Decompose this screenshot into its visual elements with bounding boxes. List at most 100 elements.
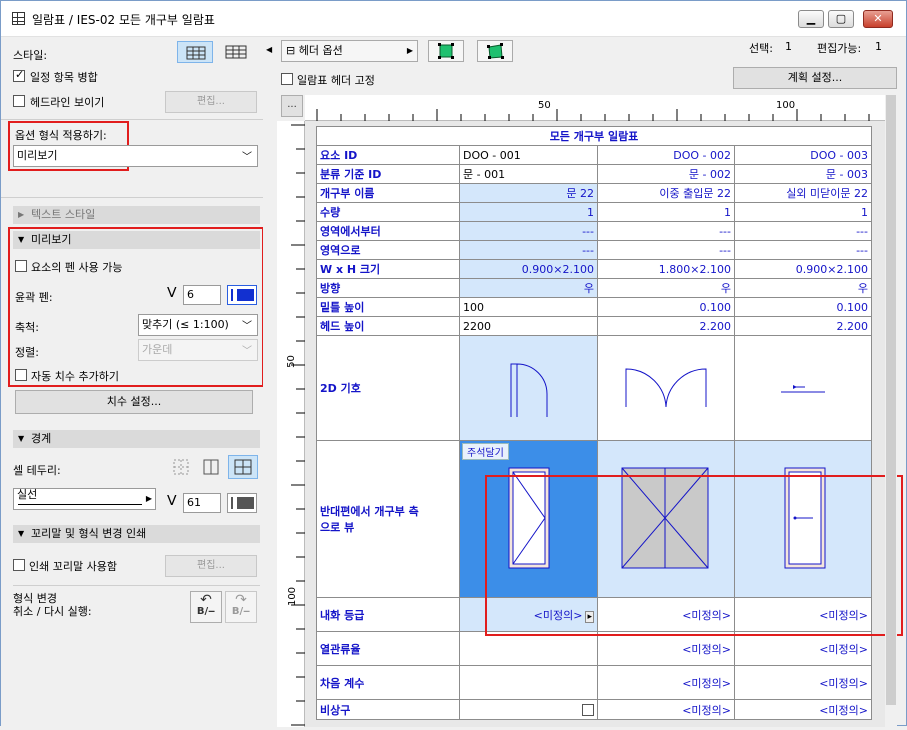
format-select[interactable]: 미리보기 ﹀ xyxy=(13,145,258,167)
pen-color-swatch[interactable] xyxy=(227,285,257,305)
fit-frame-button[interactable] xyxy=(428,40,464,62)
table-cell[interactable]: DOO - 001 xyxy=(459,145,598,165)
table-cell[interactable]: <미정의> xyxy=(734,699,872,720)
table-cell[interactable]: 우 xyxy=(459,278,598,298)
title-bar: 일람표 / IES-02 모든 개구부 일람표 ▁ ▢ ✕ xyxy=(1,1,906,37)
border-none-icon[interactable] xyxy=(171,457,191,477)
headline-checkbox[interactable] xyxy=(13,95,25,107)
table-cell[interactable]: 0.100 xyxy=(734,297,872,317)
preview-section[interactable]: ▼ 미리보기 xyxy=(13,231,260,249)
merge-checkbox[interactable] xyxy=(13,68,25,82)
vertical-scrollbar[interactable] xyxy=(885,95,897,727)
border-pen-input[interactable]: 61 xyxy=(183,493,221,513)
symbol-cell[interactable] xyxy=(459,335,598,441)
text-style-section[interactable]: ▶ 텍스트 스타일 xyxy=(13,206,260,224)
table-cell[interactable]: --- xyxy=(597,240,735,260)
footer-checkbox[interactable] xyxy=(13,559,25,571)
table-cell[interactable]: 100 xyxy=(459,297,598,317)
dim-settings-button[interactable]: 치수 설정... xyxy=(15,390,253,414)
table-row: W x H 크기 0.900×2.100 1.800×2.100 0.900×2.10… xyxy=(316,259,872,279)
close-button[interactable]: ✕ xyxy=(863,10,893,28)
table-cell[interactable]: <미정의> xyxy=(597,631,735,666)
scroll-thumb[interactable] xyxy=(886,95,896,705)
table-cell[interactable]: 2.200 xyxy=(734,316,872,336)
auto-dim-checkbox[interactable] xyxy=(15,369,27,381)
merge-label: 일정 항목 병합 xyxy=(30,71,98,84)
minimize-button[interactable]: ▁ xyxy=(798,10,824,28)
table-cell[interactable]: --- xyxy=(734,240,872,260)
style-list-button[interactable] xyxy=(219,41,253,63)
footer-section[interactable]: ▼ 꼬리말 및 형식 변경 인쇄 xyxy=(13,525,260,543)
header-icon: ⊟ xyxy=(286,44,296,57)
table-cell[interactable] xyxy=(459,699,598,720)
outline-pen-input[interactable]: 6 xyxy=(183,285,221,305)
fix-header-checkbox[interactable] xyxy=(281,73,293,85)
table-cell[interactable]: DOO - 003 xyxy=(734,145,872,165)
table-cell[interactable]: 2200 xyxy=(459,316,598,336)
panel-splitter[interactable]: ◀ xyxy=(263,37,277,727)
divider xyxy=(1,197,263,198)
table-cell[interactable]: 0.100 xyxy=(597,297,735,317)
table-cell[interactable]: 우 xyxy=(597,278,735,298)
table-cell[interactable]: 문 - 003 xyxy=(734,164,872,184)
window-title: 일람표 / IES-02 모든 개구부 일람표 xyxy=(32,13,215,27)
align-select[interactable]: 가운데 ﹀ xyxy=(138,339,258,361)
symbol-cell[interactable] xyxy=(597,335,735,441)
line-type-select[interactable]: 실선 ▶ xyxy=(13,488,156,510)
table-cell[interactable] xyxy=(459,631,598,666)
triangle-down-icon: ▼ xyxy=(18,235,25,244)
grid-icon xyxy=(186,46,206,60)
table-cell[interactable] xyxy=(459,665,598,700)
style-label: 스타일: xyxy=(13,49,48,62)
border-pen-swatch[interactable] xyxy=(227,493,257,513)
left-panel: 스타일: 일정 항목 병합 헤드라인 보이기 편집... 옵션 형식 적용하기:… xyxy=(1,37,264,727)
footer-label: 꼬리말 및 형식 변경 인쇄 xyxy=(31,527,147,540)
border-all-button[interactable] xyxy=(228,455,258,479)
table-cell[interactable]: --- xyxy=(459,240,598,260)
table-cell[interactable]: 1 xyxy=(734,202,872,222)
table-cell[interactable]: 문 22 xyxy=(459,183,598,203)
symbol-cell[interactable] xyxy=(734,335,872,441)
headline-edit-button[interactable]: 편집... xyxy=(165,91,257,113)
highlight-view xyxy=(485,475,903,636)
table-cell[interactable]: --- xyxy=(597,221,735,241)
table-cell[interactable]: 0.900×2.100 xyxy=(734,259,872,279)
table-cell[interactable]: 이중 출입문 22 xyxy=(597,183,735,203)
annotate-tag[interactable]: 주석달기 xyxy=(462,443,509,460)
table-cell[interactable]: --- xyxy=(459,221,598,241)
table-cell[interactable]: <미정의> xyxy=(734,665,872,700)
border-section[interactable]: ▼ 경계 xyxy=(13,430,260,448)
scale-label: 축척: xyxy=(15,321,39,334)
maximize-button[interactable]: ▢ xyxy=(828,10,854,28)
emergency-checkbox[interactable] xyxy=(582,704,594,716)
ruler-corner-button[interactable]: ... xyxy=(281,95,303,117)
table-cell[interactable]: 2.200 xyxy=(597,316,735,336)
scale-select[interactable]: 맞추기 (≤ 1:100) ﹀ xyxy=(138,314,258,336)
table-cell[interactable]: 문 - 002 xyxy=(597,164,735,184)
table-cell[interactable]: 0.900×2.100 xyxy=(459,259,598,279)
transform-button[interactable] xyxy=(477,40,513,62)
table-cell[interactable]: 실외 미닫이문 22 xyxy=(734,183,872,203)
table-row: 비상구 <미정의> <미정의> xyxy=(316,699,872,720)
table-cell[interactable]: DOO - 002 xyxy=(597,145,735,165)
row-label: 방향 xyxy=(316,278,460,298)
pen-checkbox[interactable] xyxy=(15,260,27,272)
border-all-icon xyxy=(234,459,252,475)
table-cell[interactable]: 문 - 001 xyxy=(459,164,598,184)
header-options-dropdown[interactable]: ⊟ 헤더 옵션 ▶ xyxy=(281,40,418,62)
border-outer-icon[interactable] xyxy=(201,457,221,477)
undo-button[interactable]: ↶ B/‒ xyxy=(190,591,222,623)
redo-button[interactable]: ↷ B/‒ xyxy=(225,591,257,623)
table-cell[interactable]: <미정의> xyxy=(597,665,735,700)
table-cell[interactable]: --- xyxy=(734,221,872,241)
footer-edit-button[interactable]: 편집... xyxy=(165,555,257,577)
style-grid-button[interactable] xyxy=(177,41,213,63)
table-row: 분류 기준 ID 문 - 001 문 - 002 문 - 003 xyxy=(316,164,872,184)
table-cell[interactable]: 1 xyxy=(459,202,598,222)
table-cell[interactable]: <미정의> xyxy=(734,631,872,666)
plan-settings-button[interactable]: 계획 설정... xyxy=(733,67,897,89)
table-cell[interactable]: 1.800×2.100 xyxy=(597,259,735,279)
table-cell[interactable]: <미정의> xyxy=(597,699,735,720)
table-cell[interactable]: 1 xyxy=(597,202,735,222)
table-cell[interactable]: 우 xyxy=(734,278,872,298)
